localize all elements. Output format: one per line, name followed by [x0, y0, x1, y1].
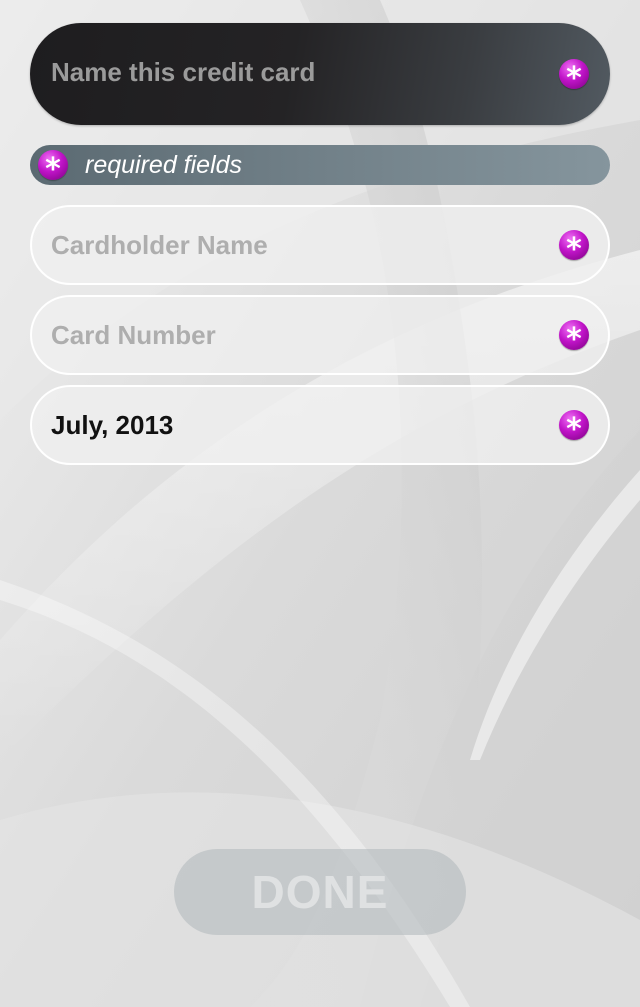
required-fields-label: required fields [85, 151, 243, 179]
expiration-date-value: July, 2013 [51, 410, 174, 440]
done-button[interactable]: DONE [174, 849, 466, 935]
required-asterisk-icon: * [559, 410, 589, 447]
card-number-placeholder: Card Number [51, 320, 216, 350]
required-fields-legend: * required fields [30, 145, 610, 187]
card-number-field[interactable]: Card Number * [30, 295, 610, 375]
done-button-label: DONE [251, 866, 389, 918]
required-asterisk-icon: * [559, 320, 589, 357]
cardholder-name-placeholder: Cardholder Name [51, 230, 268, 260]
required-asterisk-icon: * [559, 59, 589, 96]
cardholder-name-field[interactable]: Cardholder Name * [30, 205, 610, 285]
card-name-input[interactable]: Name this credit card * [30, 23, 610, 125]
credit-card-form: Name this credit card * * required field… [0, 0, 640, 1007]
required-asterisk-icon: * [38, 150, 68, 187]
card-name-placeholder: Name this credit card [51, 57, 316, 87]
required-asterisk-icon: * [559, 230, 589, 267]
expiration-date-field[interactable]: July, 2013 * [30, 385, 610, 465]
